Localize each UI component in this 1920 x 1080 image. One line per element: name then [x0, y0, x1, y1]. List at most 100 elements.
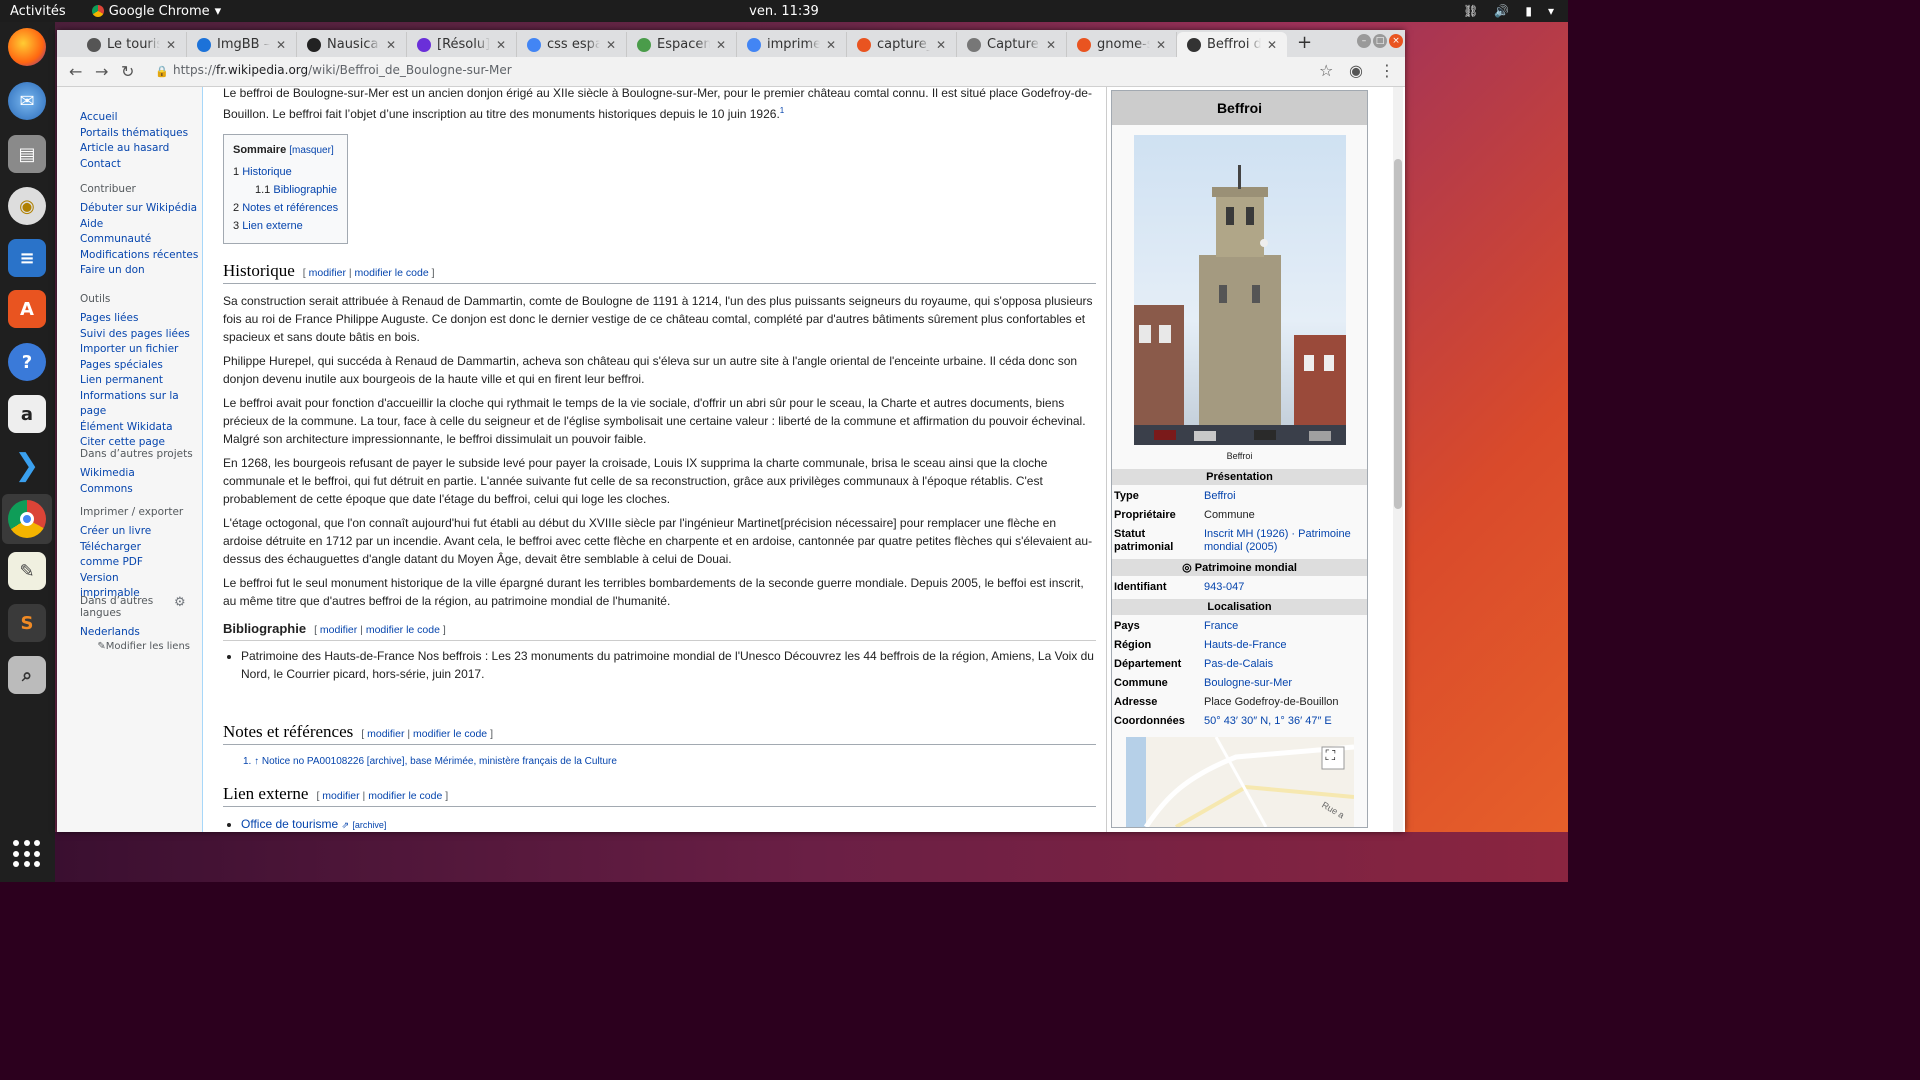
edit-code-link[interactable]: modifier le code: [413, 728, 487, 740]
toc-item[interactable]: 1.1 Bibliographie: [233, 181, 338, 199]
reference-item[interactable]: 1. ↑ Notice no PA00108226 [archive], bas…: [243, 753, 1096, 771]
archive-link[interactable]: [archive]: [352, 820, 386, 830]
close-tab-icon[interactable]: ✕: [276, 38, 290, 52]
close-tab-icon[interactable]: ✕: [166, 38, 180, 52]
browser-tab[interactable]: Espaceme ✕: [627, 32, 737, 57]
edit-link[interactable]: modifier: [309, 267, 346, 279]
maximize-button[interactable]: □: [1373, 34, 1387, 48]
browser-tab[interactable]: ImgBB — I ✕: [187, 32, 297, 57]
edit-code-link[interactable]: modifier le code: [368, 790, 442, 802]
back-icon[interactable]: ←: [69, 62, 82, 81]
browser-tab[interactable]: css espace ✕: [517, 32, 627, 57]
sidebar-link[interactable]: Contact: [80, 157, 188, 173]
app-menu[interactable]: Google Chrome ▾: [91, 4, 221, 19]
sidebar-link[interactable]: Importer un fichier: [80, 342, 202, 358]
fullscreen-icon[interactable]: ⛶: [1326, 747, 1336, 764]
bookmark-star-icon[interactable]: ☆: [1319, 61, 1333, 80]
sidebar-link[interactable]: Wikimedia Commons: [80, 466, 140, 497]
menu-icon[interactable]: ⋮: [1379, 61, 1395, 80]
rhythmbox-icon[interactable]: ◉: [8, 187, 46, 225]
sidebar-link[interactable]: Lien permanent: [80, 373, 202, 389]
external-link[interactable]: Office de tourisme: [241, 817, 338, 831]
sidebar-link[interactable]: Suivi des pages liées: [80, 327, 202, 343]
text-editor-icon[interactable]: ✎: [8, 552, 46, 590]
sidebar-link[interactable]: Communauté: [80, 232, 198, 248]
sidebar-link-language[interactable]: Nederlands: [80, 625, 190, 641]
infobox-value[interactable]: France: [1204, 620, 1238, 633]
gear-icon[interactable]: ⚙: [174, 595, 186, 610]
sublime-icon[interactable]: S: [8, 604, 46, 642]
lock-icon[interactable]: 🔒: [155, 65, 169, 78]
toc-toggle[interactable]: [masquer]: [289, 145, 333, 156]
browser-tab[interactable]: Beffroi de ✕: [1177, 32, 1287, 57]
belfry-photo[interactable]: [1133, 135, 1346, 445]
sidebar-link[interactable]: Portails thématiques: [80, 126, 188, 142]
sidebar-link[interactable]: Article au hasard: [80, 141, 188, 157]
edit-link[interactable]: modifier: [320, 624, 357, 636]
infobox-value[interactable]: 50° 43′ 30″ N, 1° 36′ 47″ E: [1204, 715, 1332, 728]
amazon-icon[interactable]: a: [8, 395, 46, 433]
show-applications-icon[interactable]: [13, 840, 41, 868]
infobox-value[interactable]: 943-047: [1204, 581, 1244, 594]
profile-icon[interactable]: ◉: [1349, 61, 1363, 80]
new-tab-button[interactable]: +: [1297, 32, 1317, 54]
software-icon[interactable]: A: [8, 290, 46, 328]
browser-tab[interactable]: Le tourism ✕: [77, 32, 187, 57]
close-tab-icon[interactable]: ✕: [936, 38, 950, 52]
sidebar-link[interactable]: Télécharger comme PDF: [80, 540, 175, 571]
toc-item[interactable]: 1 Historique: [233, 163, 338, 181]
edit-link[interactable]: modifier: [322, 790, 359, 802]
system-tray[interactable]: ⛓ 🔊 ▮ ▾: [1463, 4, 1554, 18]
close-tab-icon[interactable]: ✕: [1156, 38, 1170, 52]
close-tab-icon[interactable]: ✕: [1267, 38, 1281, 52]
sidebar-link[interactable]: Pages spéciales: [80, 358, 202, 374]
infobox-value[interactable]: Beffroi: [1204, 490, 1236, 503]
infobox-value[interactable]: Hauts-de-France: [1204, 639, 1287, 652]
sidebar-link[interactable]: Créer un livre: [80, 524, 175, 540]
activities-button[interactable]: Activités: [10, 4, 66, 19]
chrome-icon[interactable]: [8, 500, 46, 538]
close-tab-icon[interactable]: ✕: [1046, 38, 1060, 52]
minimize-button[interactable]: –: [1357, 34, 1371, 48]
browser-tab[interactable]: capture_d ✕: [847, 32, 957, 57]
location-map[interactable]: ⛶ Rue a: [1125, 737, 1354, 827]
sidebar-link[interactable]: Aide: [80, 217, 198, 233]
screenshot-tool-icon[interactable]: ⌕: [8, 656, 46, 694]
edit-code-link[interactable]: modifier le code: [355, 267, 429, 279]
edit-link[interactable]: modifier: [367, 728, 404, 740]
vscode-icon[interactable]: ❯: [8, 446, 46, 484]
sidebar-link[interactable]: Informations sur la page: [80, 389, 202, 420]
close-tab-icon[interactable]: ✕: [496, 38, 510, 52]
close-tab-icon[interactable]: ✕: [386, 38, 400, 52]
infobox-value[interactable]: Place Godefroy-de-Bouillon: [1204, 696, 1339, 709]
address-bar[interactable]: https://fr.wikipedia.org/wiki/Beffroi_de…: [173, 63, 512, 77]
sidebar-link[interactable]: Faire un don: [80, 263, 198, 279]
browser-tab[interactable]: Nausicaá c ✕: [297, 32, 407, 57]
intro-ref[interactable]: 1: [780, 106, 784, 115]
browser-tab[interactable]: gnome-sc ✕: [1067, 32, 1177, 57]
browser-tab[interactable]: imprime e ✕: [737, 32, 847, 57]
edit-code-link[interactable]: modifier le code: [366, 624, 440, 636]
close-window-button[interactable]: ×: [1389, 34, 1403, 48]
infobox-value[interactable]: Inscrit MH (1926) · Patrimoine mondial (…: [1204, 528, 1365, 554]
sidebar-link[interactable]: Débuter sur Wikipédia: [80, 201, 198, 217]
files-icon[interactable]: ▤: [8, 135, 46, 173]
clock[interactable]: ven. 11:39: [0, 4, 1568, 19]
browser-tab[interactable]: Captures c ✕: [957, 32, 1067, 57]
infobox-value[interactable]: Boulogne-sur-Mer: [1204, 677, 1292, 690]
infobox-value[interactable]: Pas-de-Calais: [1204, 658, 1273, 671]
sidebar-link[interactable]: Élément Wikidata: [80, 420, 202, 436]
forward-icon[interactable]: →: [95, 62, 108, 81]
close-tab-icon[interactable]: ✕: [826, 38, 840, 52]
firefox-icon[interactable]: [8, 28, 46, 66]
page-scrollbar[interactable]: [1393, 87, 1403, 832]
toc-item[interactable]: 2 Notes et références: [233, 199, 338, 217]
browser-tab[interactable]: [Résolu] [C ✕: [407, 32, 517, 57]
sidebar-link[interactable]: Modifications récentes: [80, 248, 198, 264]
writer-icon[interactable]: ≡: [8, 239, 46, 277]
scrollbar-thumb[interactable]: [1394, 159, 1402, 509]
sidebar-link[interactable]: Pages liées: [80, 311, 202, 327]
infobox-value[interactable]: Commune: [1204, 509, 1255, 522]
close-tab-icon[interactable]: ✕: [606, 38, 620, 52]
edit-links[interactable]: ✎Modifier les liens: [80, 641, 190, 652]
